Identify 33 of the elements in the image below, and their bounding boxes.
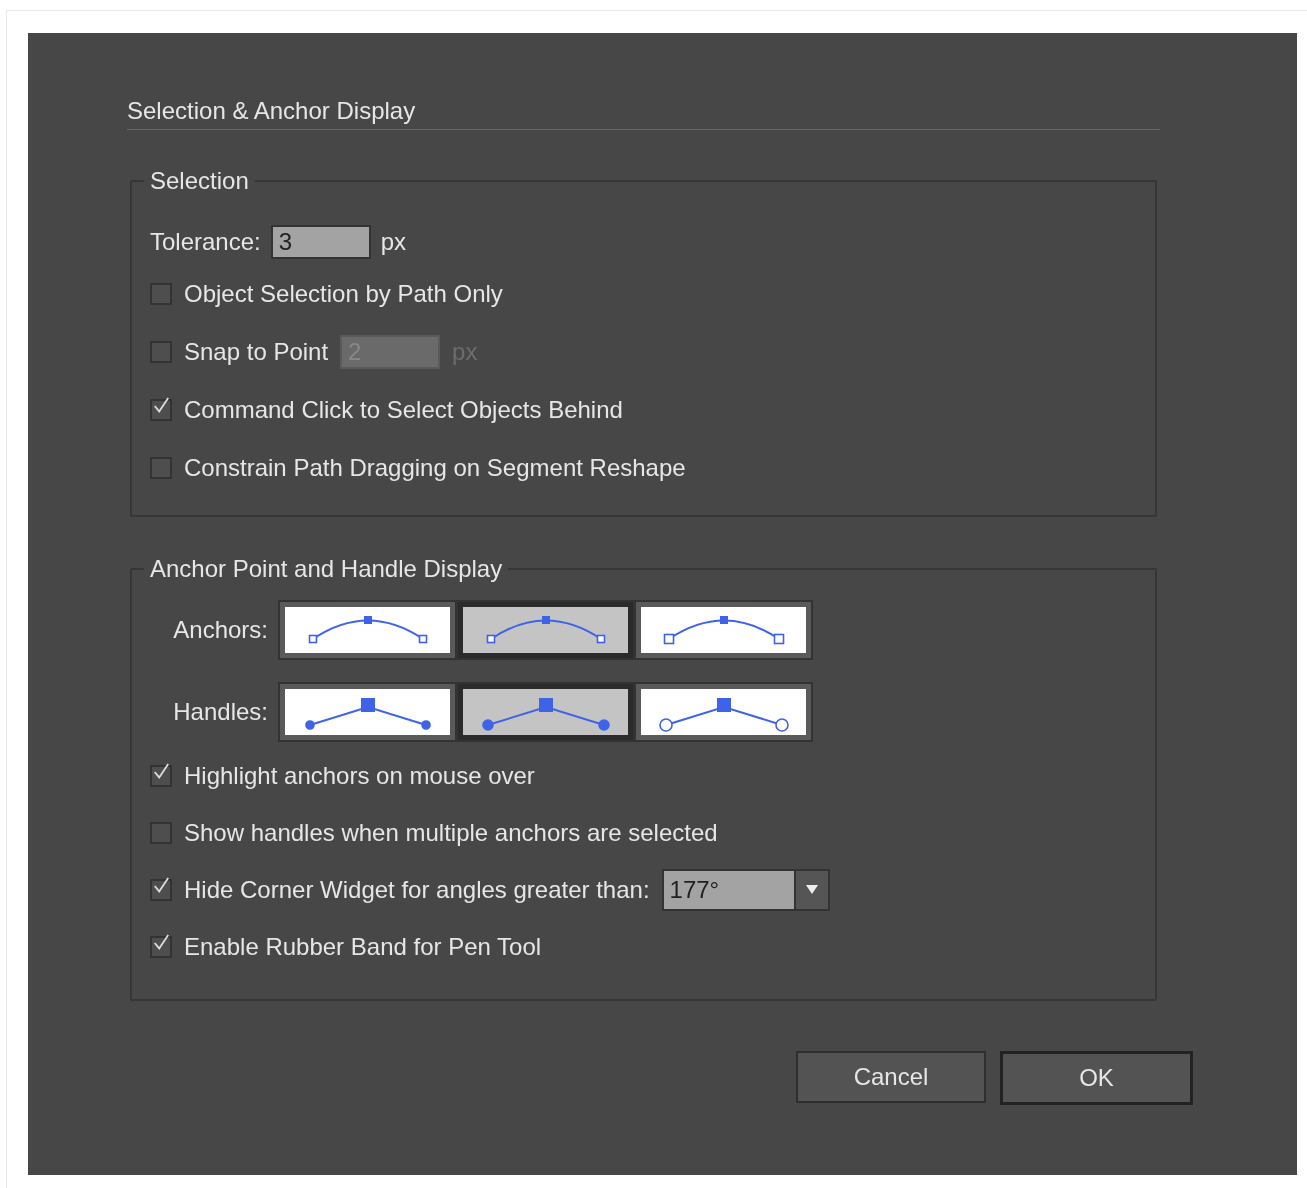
- ok-button[interactable]: OK: [1000, 1051, 1193, 1105]
- unit-label: px: [380, 228, 407, 256]
- checkbox-label: Highlight anchors on mouse over: [184, 761, 535, 790]
- picker-label: Anchors:: [172, 616, 268, 644]
- handle-style-option[interactable]: [280, 684, 455, 740]
- group-legend: Selection: [144, 167, 255, 195]
- checkbox[interactable]: [150, 935, 172, 958]
- tolerance-field[interactable]: 3: [270, 225, 371, 259]
- group-legend: Anchor Point and Handle Display: [144, 555, 509, 583]
- checkbox[interactable]: [150, 878, 172, 901]
- checkbox-label: Snap to Point: [184, 338, 329, 366]
- dialog-title: Selection & Anchor Display: [127, 97, 1160, 130]
- checkbox[interactable]: [150, 764, 172, 787]
- anchor-style-option[interactable]: [280, 602, 455, 658]
- checkbox-label: Constrain Path Dragging on Segment Reshape: [184, 454, 686, 482]
- handle-style-option[interactable]: [458, 684, 633, 740]
- picker-label: Handles:: [172, 698, 268, 726]
- checkbox[interactable]: [150, 283, 172, 305]
- caret-icon: [805, 884, 818, 895]
- checkbox-label: Show handles when multiple anchors are selected: [184, 818, 718, 847]
- checkbox-label: Enable Rubber Band for Pen Tool: [184, 932, 542, 961]
- checkbox[interactable]: [150, 457, 172, 479]
- checkbox-label: Command Click to Select Objects Behind: [184, 396, 623, 424]
- handle-style-option[interactable]: [636, 684, 811, 740]
- checkbox[interactable]: [150, 821, 172, 844]
- checkbox-label: Object Selection by Path Only: [184, 280, 503, 308]
- field-label: Tolerance:: [150, 228, 261, 256]
- anchor-style-option[interactable]: [636, 602, 811, 658]
- cancel-button[interactable]: Cancel: [796, 1051, 986, 1103]
- checkbox-label: Hide Corner Widget for angles greater than:: [184, 875, 650, 904]
- angle-dropdown[interactable]: 177°: [661, 868, 830, 911]
- anchor-style-option[interactable]: [458, 602, 633, 658]
- checkbox[interactable]: [150, 399, 172, 421]
